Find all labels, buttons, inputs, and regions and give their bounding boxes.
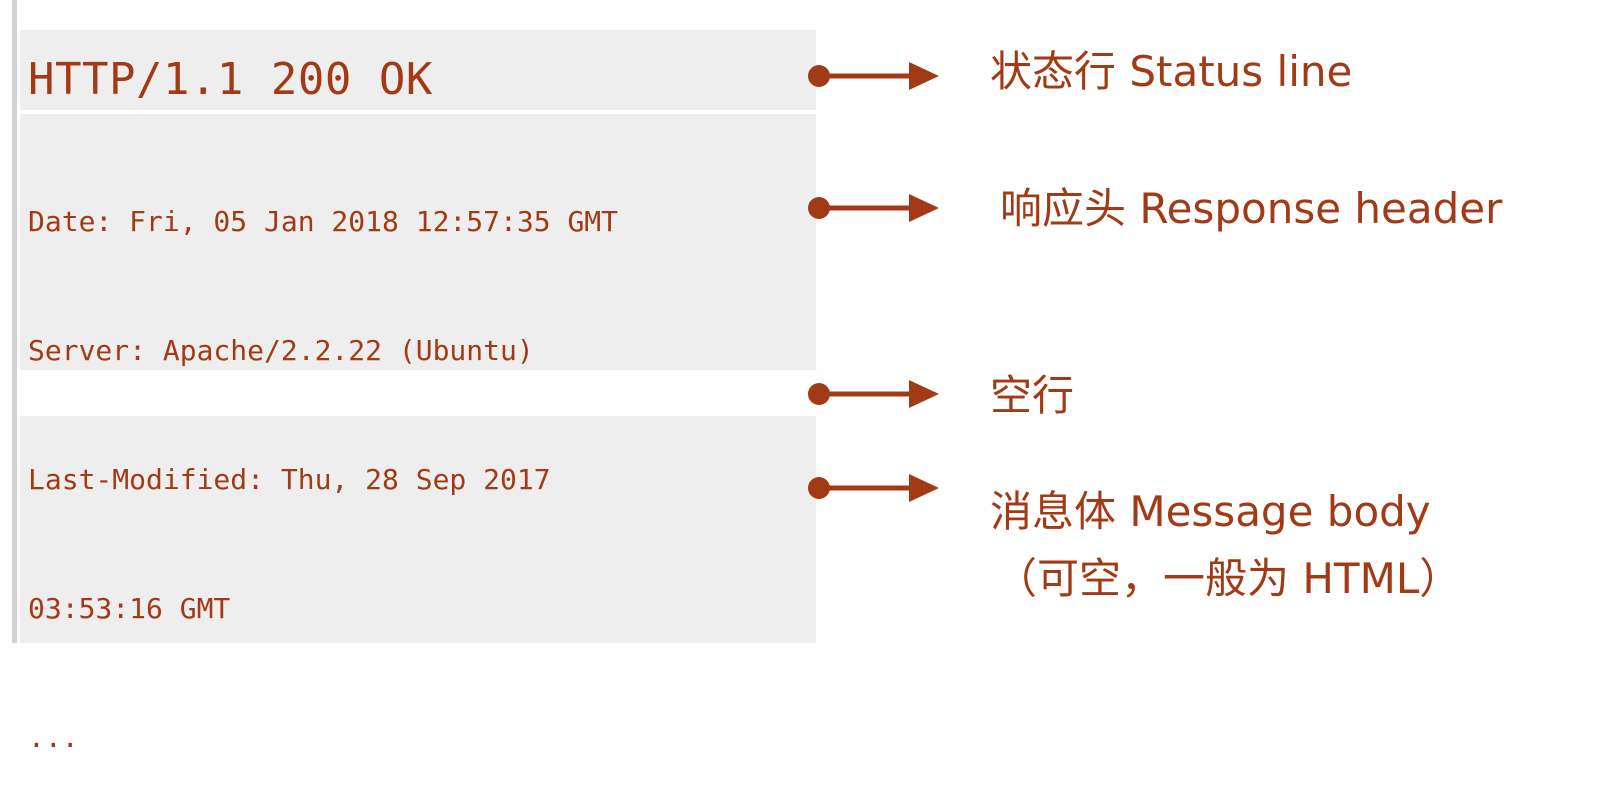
left-border-rule	[12, 0, 17, 643]
header-lines: Date: Fri, 05 Jan 2018 12:57:35 GMT Serv…	[28, 114, 618, 802]
header-line-date: Date: Fri, 05 Jan 2018 12:57:35 GMT	[28, 205, 619, 238]
arrow-status-line	[808, 62, 939, 90]
label-response-header: 响应头 Response header	[1000, 184, 1503, 233]
arrow-empty-line	[808, 380, 939, 408]
header-line-last-modified: Last-Modified: Thu, 28 Sep 2017	[28, 463, 551, 496]
label-empty-line: 空行	[990, 371, 1075, 420]
header-line-last-modified-cont: 03:53:16 GMT	[28, 592, 231, 625]
label-message-body-note: （可空，一般为 HTML）	[995, 554, 1462, 603]
label-message-body: 消息体 Message body	[990, 487, 1431, 536]
header-line-ellipsis: ...	[28, 721, 79, 754]
label-status-line: 状态行 Status line	[990, 47, 1353, 96]
header-line-server: Server: Apache/2.2.22 (Ubuntu)	[28, 334, 534, 367]
status-line-text: HTTP/1.1 200 OK	[28, 54, 433, 105]
arrow-message-body	[808, 474, 939, 502]
arrow-response-header	[808, 194, 939, 222]
